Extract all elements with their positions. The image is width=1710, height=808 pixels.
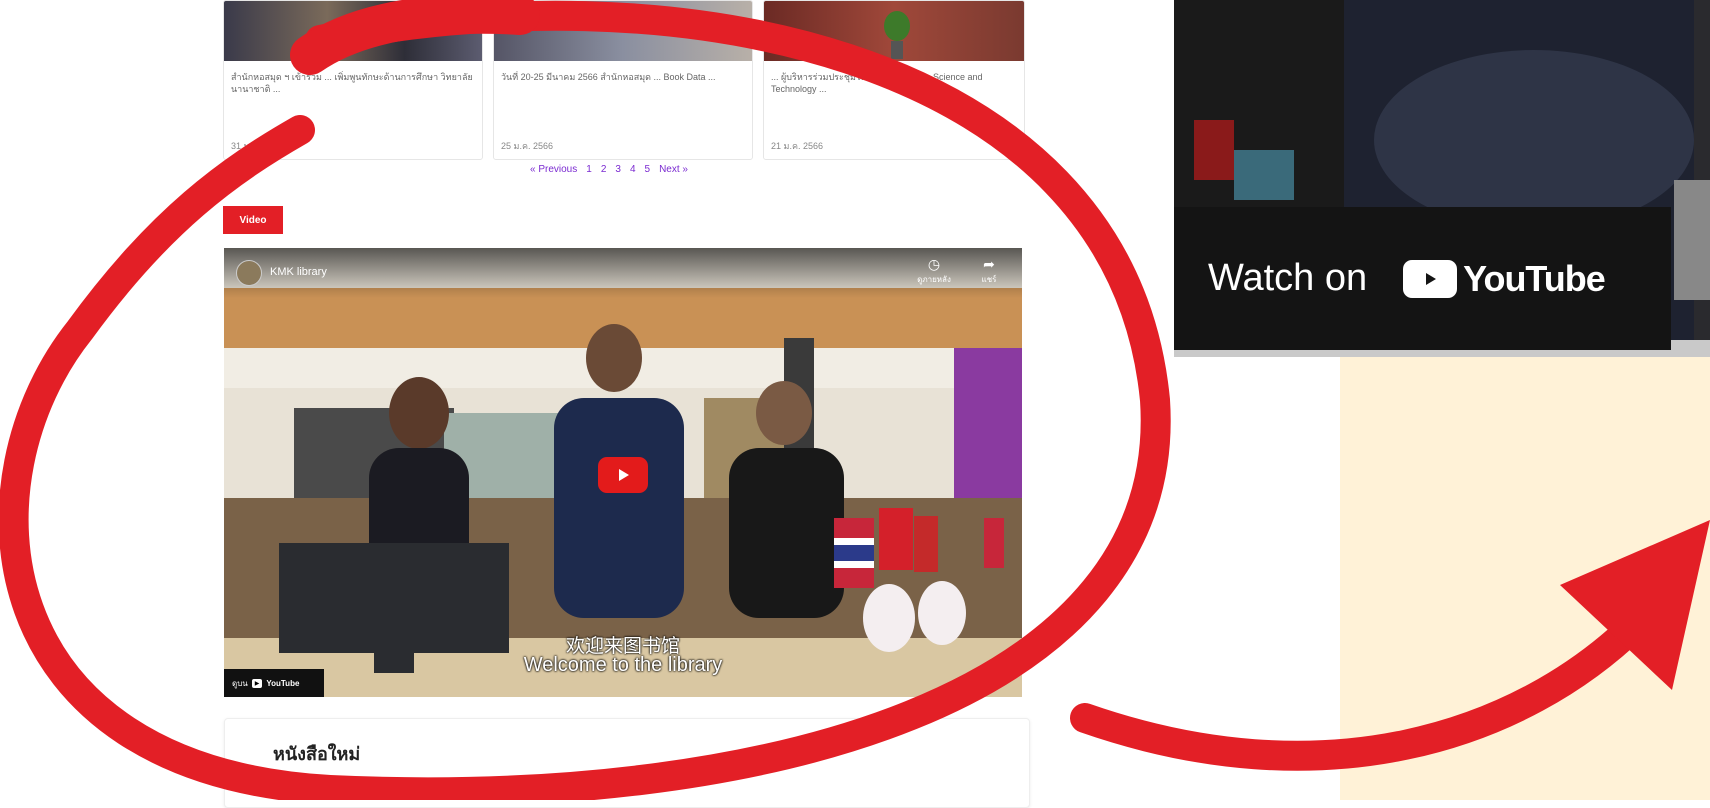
play-button[interactable] <box>598 457 648 493</box>
pagination-page-1[interactable]: 1 <box>586 164 592 175</box>
watch-later-label: ดูภายหลัง <box>917 275 951 284</box>
pagination-page-4[interactable]: 4 <box>630 164 636 175</box>
pagination-next[interactable]: Next » <box>659 164 688 175</box>
zoom-watch-on-label: Watch on <box>1208 257 1368 299</box>
youtube-play-icon <box>1403 259 1458 298</box>
news-card[interactable]: วันที่ 20-25 มีนาคม 2566 สำนักหอสมุด ...… <box>493 0 753 160</box>
channel-avatar[interactable] <box>236 260 262 286</box>
news-excerpt: สำนักหอสมุด ฯ เข้าร่วม ... เพิ่มพูนทักษะ… <box>231 72 473 94</box>
video-title[interactable]: KMK library <box>270 266 327 278</box>
news-date: 25 ม.ค. 2566 <box>501 141 553 151</box>
pagination-previous[interactable]: « Previous <box>530 164 577 175</box>
youtube-word: YouTube <box>266 678 300 688</box>
pagination: « Previous 1 2 3 4 5 Next » <box>530 164 688 175</box>
plant-decoration <box>884 11 910 41</box>
news-excerpt: วันที่ 20-25 มีนาคม 2566 สำนักหอสมุด ...… <box>501 72 716 82</box>
new-books-title: หนังสือใหม่ <box>273 744 361 764</box>
watch-on-label: ดูบน <box>232 678 248 688</box>
news-thumbnail[interactable] <box>224 1 482 61</box>
player-top-bar: KMK library ◷ ดูภายหลัง ➦ แชร์ <box>224 248 1022 298</box>
clock-icon: ◷ <box>927 256 941 272</box>
pagination-page-5[interactable]: 5 <box>645 164 651 175</box>
cream-background-panel <box>1340 357 1710 800</box>
zoom-youtube-word: YouTube <box>1463 257 1606 299</box>
watch-on-youtube-bar[interactable]: Watch on YouTube <box>1174 207 1671 350</box>
plant-pot <box>891 41 903 59</box>
share-icon: ➦ <box>983 256 995 272</box>
pagination-page-2[interactable]: 2 <box>601 164 607 175</box>
new-books-section: หนังสือใหม่ <box>224 718 1030 808</box>
video-player[interactable]: KMK library ◷ ดูภายหลัง ➦ แชร์ 欢迎来图书馆 We… <box>224 248 1022 697</box>
youtube-logo: YouTube <box>1403 257 1606 300</box>
news-date: 31 ม.ค. 2566 <box>231 141 283 151</box>
subtitle-english: Welcome to the library <box>523 654 723 676</box>
pagination-page-3[interactable]: 3 <box>615 164 621 175</box>
share-label: แชร์ <box>981 275 997 284</box>
watch-on-youtube-button[interactable]: ดูบน ▶ YouTube <box>224 669 324 697</box>
news-card[interactable]: ... ผู้บริหารร่วมประชุมโครงการส่งเสริม .… <box>763 0 1025 160</box>
news-thumbnail[interactable] <box>764 1 1024 61</box>
youtube-logo-icon: ▶ <box>251 678 263 688</box>
news-thumbnail[interactable] <box>494 1 752 61</box>
news-excerpt: ... ผู้บริหารร่วมประชุมโครงการส่งเสริม .… <box>771 72 983 94</box>
share-button[interactable]: ➦ แชร์ <box>969 256 1009 286</box>
news-card[interactable]: สำนักหอสมุด ฯ เข้าร่วม ... เพิ่มพูนทักษะ… <box>223 0 483 160</box>
video-section-tag: Video <box>223 206 283 234</box>
play-icon <box>619 469 629 481</box>
watch-later-button[interactable]: ◷ ดูภายหลัง <box>914 256 954 286</box>
news-date: 21 ม.ค. 2566 <box>771 141 823 151</box>
zoomed-player-crop: Watch on YouTube <box>1174 0 1710 357</box>
